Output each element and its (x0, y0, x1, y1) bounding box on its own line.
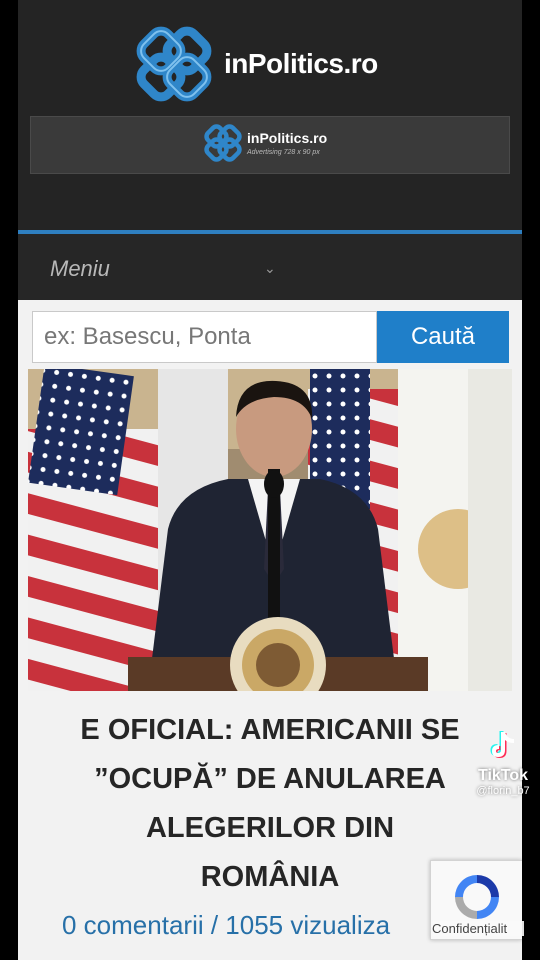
ad-banner[interactable]: inPolitics.ro Advertising 728 x 90 px (30, 116, 510, 174)
chevron-down-icon: ⌄ (264, 260, 276, 276)
article-meta[interactable]: 0 comentarii / 1055 vizualiza (62, 910, 390, 941)
search-button[interactable]: Caută (377, 311, 509, 363)
tiktok-icon (490, 731, 514, 758)
ad-logo-text: inPolitics.ro (247, 129, 328, 146)
recaptcha-caption[interactable]: Confidențialit (432, 921, 524, 936)
main-menu[interactable]: Meniu ⌄ (18, 230, 522, 300)
headline-line: ”OCUPĂ” DE ANULAREA (94, 763, 446, 795)
article-image[interactable] (28, 369, 512, 691)
search-bar: Caută (32, 311, 509, 363)
tiktok-watermark: TikTok @florin_b7 (468, 728, 538, 797)
tiktok-label: TikTok (477, 767, 529, 784)
search-input[interactable] (32, 311, 377, 363)
menu-label: Meniu (50, 256, 110, 281)
headline-line: ALEGERILOR DIN (145, 812, 395, 844)
tiktok-username: @florin_b7 (476, 785, 530, 797)
logo-knot-icon (136, 26, 212, 102)
ad-caption: Advertising 728 x 90 px (247, 148, 320, 156)
logo-text: inPolitics.ro (224, 48, 378, 79)
site-header: inPolitics.ro inPolitics.ro Advertising … (18, 0, 522, 230)
recaptcha-icon (455, 875, 499, 919)
site-logo[interactable]: inPolitics.ro (134, 24, 378, 104)
headline-line: E OFICIAL: AMERICANII SE (80, 714, 460, 746)
ad-logo-icon (204, 124, 242, 162)
page-frame: inPolitics.ro inPolitics.ro Advertising … (18, 0, 522, 960)
article-photo (28, 369, 512, 691)
